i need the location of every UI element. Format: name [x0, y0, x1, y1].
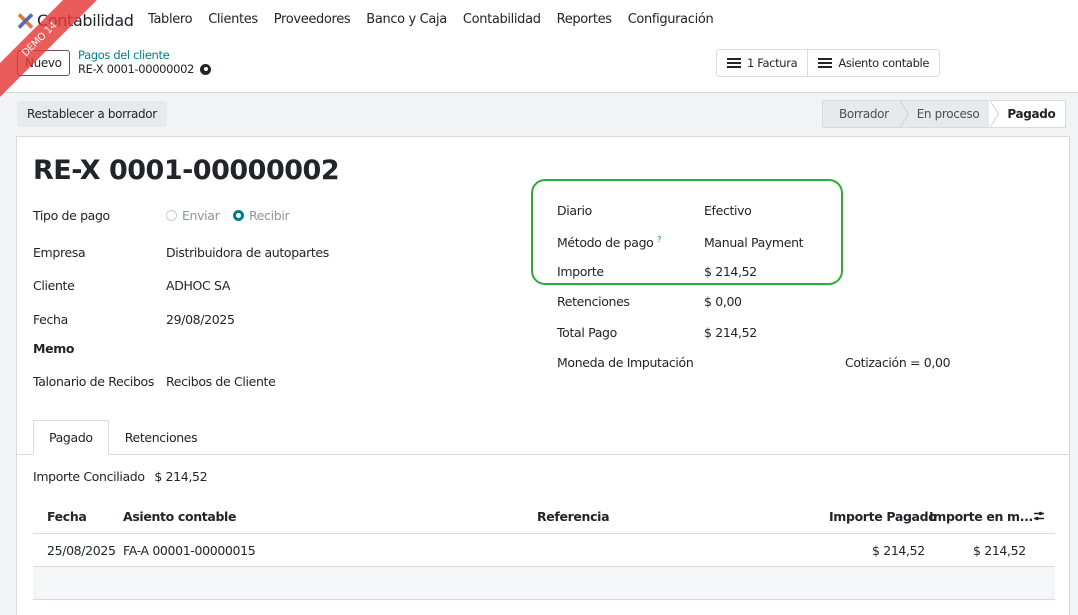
importe-conciliado-value: $ 214,52 [154, 469, 208, 484]
step-arrow [989, 100, 999, 128]
step-pagado-label: Pagado [1007, 107, 1056, 121]
smart-buttons: 1 Factura Asiento contable [716, 49, 941, 77]
retenciones-value: $ 0,00 [704, 294, 742, 309]
radio-enviar-label: Enviar [182, 208, 220, 223]
menu-item-contabilidad[interactable]: Contabilidad [463, 12, 541, 27]
total-pago-label: Total Pago [557, 325, 617, 340]
menu-item-banco-caja[interactable]: Banco y Caja [366, 12, 447, 27]
notebook-tabs: Pagado Retenciones [33, 420, 213, 455]
cell-fecha: 25/08/2025 [47, 543, 116, 558]
col-header-fecha[interactable]: Fecha [47, 509, 87, 524]
empresa-value[interactable]: Distribuidora de autopartes [166, 245, 329, 260]
col-header-importe-moneda[interactable]: Importe en m... [929, 509, 1033, 524]
status-steps: Borrador En proceso Pagado [822, 100, 1067, 128]
control-panel: Nuevo Pagos del cliente RE-X 0001-000000… [0, 44, 1078, 93]
menu-item-proveedores[interactable]: Proveedores [274, 12, 351, 27]
help-icon[interactable]: ? [657, 235, 661, 244]
step-borrador[interactable]: Borrador [823, 100, 909, 128]
top-navbar: Contabilidad Tablero Clientes Proveedore… [0, 0, 1078, 44]
col-header-importe-pagado[interactable]: Importe Pagado [829, 509, 937, 524]
importe-value[interactable]: $ 214,52 [704, 264, 757, 279]
importe-conciliado-label: Importe Conciliado [33, 469, 145, 484]
journal-entry-smart-button[interactable]: Asiento contable [807, 50, 939, 76]
cotizacion-value: Cotización = 0,00 [845, 355, 951, 370]
list-icon [727, 58, 741, 68]
total-pago-value: $ 214,52 [704, 325, 757, 340]
empresa-label: Empresa [33, 245, 86, 260]
fecha-label: Fecha [33, 312, 68, 327]
column-settings-icon[interactable] [1033, 510, 1045, 522]
empty-table-row [33, 567, 1055, 600]
form-sheet: RE-X 0001-00000002 Tipo de pago Enviar R… [16, 136, 1070, 615]
tab-retenciones[interactable]: Retenciones [109, 420, 214, 455]
breadcrumb-current: RE-X 0001-00000002 [78, 62, 212, 76]
step-en-proceso[interactable]: En proceso [899, 100, 1000, 128]
breadcrumb-parent[interactable]: Pagos del cliente [78, 48, 170, 62]
col-header-asiento[interactable]: Asiento contable [123, 509, 236, 524]
metodo-pago-label-text: Método de pago [557, 235, 654, 250]
radio-recibir[interactable]: Recibir [233, 208, 290, 223]
main-menu: Tablero Clientes Proveedores Banco y Caj… [148, 12, 729, 27]
step-borrador-label: Borrador [839, 107, 889, 121]
app-logo-icon[interactable] [18, 13, 33, 29]
list-icon [818, 58, 833, 68]
tipo-pago-label: Tipo de pago [33, 208, 110, 223]
metodo-pago-value[interactable]: Manual Payment [704, 235, 804, 250]
diario-label: Diario [557, 203, 592, 218]
invoice-smart-button[interactable]: 1 Factura [717, 50, 807, 76]
diario-value[interactable]: Efectivo [704, 203, 752, 218]
radio-enviar[interactable]: Enviar [166, 208, 220, 223]
journal-entry-smart-button-label: Asiento contable [838, 56, 930, 70]
menu-item-configuracion[interactable]: Configuración [628, 12, 714, 27]
importe-label: Importe [557, 264, 604, 279]
metodo-pago-label: Método de pago ? [557, 235, 661, 250]
new-button[interactable]: Nuevo [17, 50, 70, 76]
tipo-pago-radio-group: Enviar Recibir [166, 208, 290, 223]
col-header-referencia[interactable]: Referencia [537, 509, 610, 524]
radio-recibir-label: Recibir [249, 208, 290, 223]
reset-to-draft-button[interactable]: Restablecer a borrador [17, 101, 167, 127]
gear-icon[interactable] [200, 63, 212, 75]
step-arrow [898, 100, 908, 128]
retenciones-label: Retenciones [557, 294, 630, 309]
menu-item-reportes[interactable]: Reportes [557, 12, 612, 27]
radio-on-icon [233, 210, 245, 221]
invoice-smart-button-label: 1 Factura [747, 56, 798, 70]
record-title: RE-X 0001-00000002 [33, 155, 340, 186]
fecha-value[interactable]: 29/08/2025 [166, 312, 235, 327]
step-pagado[interactable]: Pagado [989, 101, 1066, 127]
memo-label: Memo [33, 341, 75, 356]
cliente-label: Cliente [33, 278, 75, 293]
cell-importe-pagado: $ 214,52 [872, 543, 925, 558]
cliente-value[interactable]: ADHOC SA [166, 278, 230, 293]
talonario-label: Talonario de Recibos [33, 374, 155, 389]
breadcrumb-current-label: RE-X 0001-00000002 [78, 62, 195, 76]
radio-off-icon [166, 210, 177, 221]
app-name[interactable]: Contabilidad [37, 11, 134, 30]
talonario-value[interactable]: Recibos de Cliente [166, 374, 276, 389]
table-header-divider [33, 533, 1055, 534]
importe-conciliado: Importe Conciliado $ 214,52 [33, 469, 208, 484]
menu-item-tablero[interactable]: Tablero [148, 12, 193, 27]
menu-item-clientes[interactable]: Clientes [208, 12, 258, 27]
cell-asiento: FA-A 00001-00000015 [123, 543, 256, 558]
cell-importe-moneda: $ 214,52 [973, 543, 1026, 558]
moneda-imputacion-label: Moneda de Imputación [557, 355, 694, 370]
tab-pagado[interactable]: Pagado [33, 420, 109, 455]
step-en-proceso-label: En proceso [916, 107, 980, 121]
